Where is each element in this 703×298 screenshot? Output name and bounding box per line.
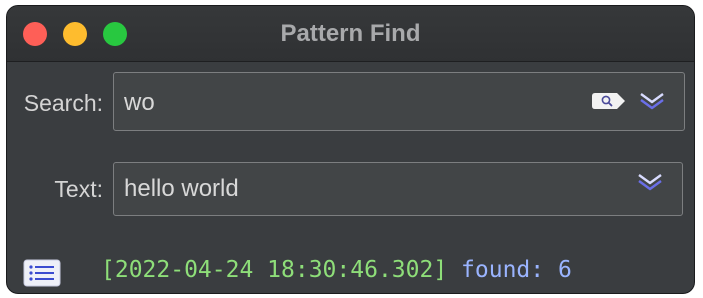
search-label: Search: (23, 90, 103, 116)
log-timestamp: [2022-04-24 18:30:46.302] (101, 257, 448, 283)
window-title: Pattern Find (280, 20, 421, 47)
text-combobox[interactable]: hello world (113, 162, 683, 216)
list-icon[interactable] (23, 259, 61, 287)
text-input[interactable]: hello world (124, 175, 239, 203)
title-bar: Pattern Find (7, 6, 694, 62)
search-input[interactable]: wo (124, 89, 155, 117)
search-combobox[interactable]: wo (113, 72, 685, 131)
text-dropdown-chevron-down-icon[interactable] (636, 172, 664, 192)
found-count: found: 6 (461, 257, 572, 283)
text-label: Text: (54, 176, 103, 202)
search-dropdown-chevron-down-icon[interactable] (638, 91, 666, 111)
search-icon[interactable] (591, 91, 627, 111)
status-line: [2022-04-24 18:30:46.302] found: 6 (101, 257, 572, 283)
pattern-find-window: Pattern Find Search: wo Text: hello worl… (6, 5, 695, 294)
